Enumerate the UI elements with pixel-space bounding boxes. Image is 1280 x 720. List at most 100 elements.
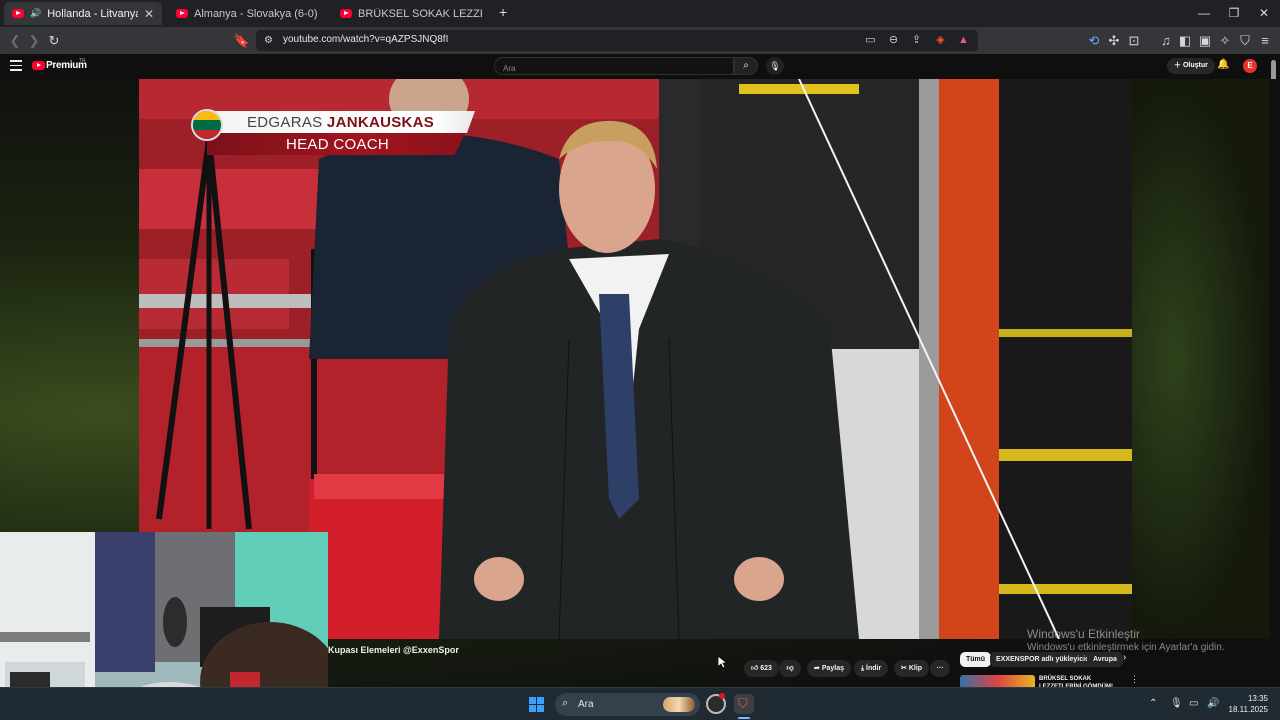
search-icon: ⌕ [743, 60, 749, 71]
video-title: Kupası Elemeleri @ExxenSpor [328, 645, 459, 655]
avatar[interactable]: E [1243, 59, 1257, 73]
download-label: İndir [866, 665, 882, 672]
microphone-icon: 🎙 [769, 61, 781, 71]
taskbar-search-label: Ara [578, 699, 594, 710]
sidebar-icon[interactable]: ◧ [1176, 32, 1194, 50]
recommendation-thumbnail[interactable] [960, 675, 1035, 687]
chip-avrupa[interactable]: Avrupa [1087, 652, 1123, 667]
windows-logo-icon [529, 697, 536, 704]
clock-date[interactable]: 18.11.2025 [1226, 705, 1268, 714]
thumbs-up-icon: 👍︎ [751, 665, 761, 672]
brave-rewards-icon[interactable]: ▲ [955, 32, 972, 49]
search-highlight-image [663, 697, 695, 712]
coach-name: EDGARAS JANKAUSKAS [247, 114, 434, 131]
volume-icon[interactable]: 🔊 [1207, 698, 1219, 709]
windows-activation-watermark: Windows'u Etkinleştir Windows'u etkinleş… [1027, 627, 1225, 653]
new-tab-button[interactable]: + [499, 4, 507, 20]
activation-subtitle: Windows'u etkinleştirmek için Ayarlar'a … [1027, 642, 1225, 653]
tab-title: BRÜKSEL SOKAK LEZZETLERİNİ GÖM [358, 7, 482, 20]
audio-playing-icon: 🔊 [30, 8, 42, 18]
youtube-favicon-icon [12, 9, 24, 18]
youtube-favicon-icon [176, 9, 188, 18]
more-actions-button[interactable]: ··· [930, 660, 950, 677]
address-bar[interactable]: ⚙ youtube.com/watch?v=qAZPSJNQ8fI ▭ ⊖ ⇪ … [256, 30, 978, 51]
coach-first-name: EDGARAS [247, 114, 323, 131]
screenshot-icon[interactable]: ⊡ [1125, 32, 1143, 50]
tab-almanya-slovakya[interactable]: Almanya - Slovakya (6-0) Maç Özeti | [168, 2, 326, 25]
minimize-button[interactable]: — [1189, 4, 1219, 22]
notifications-bell-icon[interactable]: 🔔 [1217, 59, 1229, 70]
cast-icon[interactable]: ▭ [862, 32, 879, 49]
trademark-mark: TR [79, 58, 86, 64]
forward-icon[interactable]: ❯ [25, 32, 43, 50]
youtube-logo-icon[interactable] [32, 61, 45, 70]
brave-logo-icon: ⛉ [738, 696, 748, 711]
hamburger-menu-icon[interactable] [10, 60, 22, 72]
close-tab-icon[interactable]: ✕ [144, 7, 154, 21]
recording-indicator-icon [719, 693, 725, 699]
youtube-header: Premium TR ⌕ 🎙 ＋ Oluştur 🔔 E [0, 54, 1280, 79]
mouse-cursor-icon [718, 656, 727, 669]
browser-tab-strip: 🔊 Hollanda - Litvanya (4-0) Maç ✕ Almany… [0, 0, 1280, 27]
chips-next-icon[interactable]: › [1123, 652, 1126, 663]
clip-button[interactable]: ✂ Klip [894, 660, 930, 677]
translate-icon[interactable]: ⟲ [1085, 32, 1103, 50]
tab-title: Hollanda - Litvanya (4-0) Maç [47, 7, 138, 20]
scissors-icon: ✂ [901, 665, 909, 672]
clock-time[interactable]: 13:35 [1238, 694, 1268, 703]
chip-all[interactable]: Tümü [960, 652, 992, 667]
share-button[interactable]: ➦ Paylaş [807, 660, 851, 677]
voice-search-button[interactable]: 🎙 [766, 57, 784, 75]
plus-icon: ＋ [1174, 62, 1183, 69]
media-icon[interactable]: ♫ [1157, 32, 1175, 50]
ambient-background-right [1132, 79, 1270, 639]
extensions-icon[interactable]: ✣ [1105, 32, 1123, 50]
bookmark-icon[interactable]: 🔖 [233, 32, 251, 50]
like-count: 623 [760, 665, 772, 672]
url-text[interactable]: youtube.com/watch?v=qAZPSJNQ8fI [283, 34, 448, 45]
thumbs-down-icon: 👎︎ [786, 665, 794, 672]
activation-title: Windows'u Etkinleştir [1027, 627, 1140, 641]
browser-toolbar: ❮ ❯ ↻ 🔖 ⚙ youtube.com/watch?v=qAZPSJNQ8f… [0, 27, 1280, 54]
back-icon[interactable]: ❮ [6, 32, 24, 50]
lithuania-flag-icon [191, 109, 223, 141]
create-label: Oluştur [1182, 62, 1208, 69]
create-button[interactable]: ＋ Oluştur [1167, 58, 1215, 74]
wallet-icon[interactable]: ▣ [1196, 32, 1214, 50]
reload-icon[interactable]: ↻ [45, 32, 63, 50]
tray-overflow-icon[interactable]: ⌃ [1149, 698, 1157, 709]
tab-bruksel-sokak[interactable]: BRÜKSEL SOKAK LEZZETLERİNİ GÖM [332, 2, 490, 25]
share-icon[interactable]: ⇪ [908, 32, 925, 49]
brave-shields-icon[interactable]: ◈ [932, 32, 949, 49]
active-app-indicator [738, 717, 750, 719]
youtube-favicon-icon [340, 9, 352, 18]
search-input[interactable] [495, 60, 715, 77]
close-window-button[interactable]: ✕ [1249, 4, 1279, 22]
download-button[interactable]: ⤓ İndir [854, 660, 889, 677]
vpn-icon[interactable]: ⛉ [1236, 32, 1254, 50]
coach-role: HEAD COACH [286, 136, 390, 153]
search-icon: ⌕ [562, 697, 569, 709]
share-arrow-icon: ➦ [814, 665, 822, 672]
start-button[interactable] [529, 697, 544, 712]
site-settings-icon[interactable]: ⚙ [260, 32, 277, 49]
search-button[interactable]: ⌕ [734, 57, 758, 75]
search-box[interactable] [494, 57, 734, 77]
taskbar-search[interactable]: ⌕ Ara [555, 693, 700, 716]
zoom-icon[interactable]: ⊖ [885, 32, 902, 49]
tab-hollanda-litvanya[interactable]: 🔊 Hollanda - Litvanya (4-0) Maç ✕ [4, 2, 162, 25]
coach-last-name: JANKAUSKAS [326, 114, 435, 131]
network-icon[interactable]: ▭ [1189, 698, 1198, 709]
dislike-button[interactable]: 👎︎ [779, 660, 801, 677]
brave-browser-app[interactable]: ⛉ [734, 694, 754, 714]
restore-button[interactable]: ❐ [1219, 4, 1249, 22]
menu-icon[interactable]: ≡ [1256, 32, 1274, 50]
like-button[interactable]: 👍︎ 623 [744, 660, 779, 677]
tab-title: Almanya - Slovakya (6-0) Maç Özeti | [194, 7, 318, 20]
windows-taskbar: ⌕ Ara ⛉ ⌃ 🎙 ▭ 🔊 13:35 18.11.2025 [0, 687, 1280, 720]
lower-third-graphic: EDGARAS JANKAUSKAS HEAD COACH [191, 109, 476, 157]
leo-ai-icon[interactable]: ✧ [1216, 32, 1234, 50]
share-label: Paylaş [821, 665, 844, 672]
recommendation-more-icon[interactable]: ⋮ [1130, 674, 1139, 685]
microphone-icon[interactable]: 🎙 [1170, 698, 1183, 709]
